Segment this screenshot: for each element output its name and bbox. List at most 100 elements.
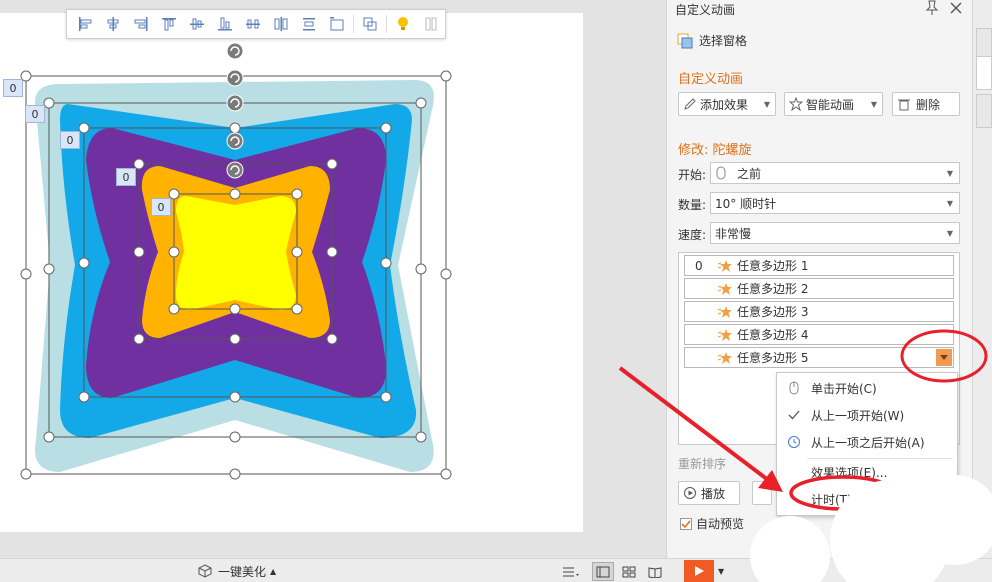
equal-spacing-icon[interactable]	[295, 12, 323, 36]
vertical-scrollbar[interactable]	[652, 0, 666, 558]
side-tab-animation[interactable]	[976, 56, 992, 90]
more-icon[interactable]	[417, 12, 445, 36]
menu-item-with-previous[interactable]: 从上一项开始(W)	[777, 402, 957, 428]
pin-icon[interactable]	[925, 0, 939, 19]
selection-pane-button[interactable]: 选择窗格	[677, 32, 747, 49]
toolbar-divider	[353, 15, 354, 33]
start-label: 开始:	[678, 168, 707, 182]
normal-view-icon[interactable]	[592, 562, 614, 581]
speed-select[interactable]: 非常慢 ▼	[710, 222, 960, 244]
modify-title: 修改: 陀螺旋	[678, 143, 752, 158]
slide-sorter-icon[interactable]	[618, 562, 640, 581]
menu-item-effect-options[interactable]: 效果选项(E)...	[777, 459, 957, 485]
speed-value: 非常慢	[715, 226, 752, 241]
check-icon	[777, 409, 811, 421]
polygon-yellow	[176, 196, 296, 310]
autopreview-label: 自动预览	[696, 517, 745, 531]
add-effect-label: 添加效果	[700, 97, 749, 112]
menu-item-label: 效果选项(E)...	[811, 465, 888, 480]
sequence-tag: 0	[3, 79, 23, 97]
list-item[interactable]: 任意多边形 2	[684, 278, 954, 299]
slide-artwork	[20, 42, 452, 480]
sequence-tag: 0	[116, 168, 136, 186]
floating-align-toolbar	[66, 9, 446, 39]
list-item[interactable]: 任意多边形 4	[684, 324, 954, 345]
mouse-icon	[716, 166, 726, 180]
beautify-label: 一键美化	[218, 564, 267, 579]
slideshow-button[interactable]	[752, 481, 772, 505]
sequence-tag: 0	[25, 105, 45, 123]
selection-pane-icon	[677, 33, 693, 48]
distribute-vertical-icon[interactable]	[267, 12, 295, 36]
item-order: 0	[695, 258, 703, 273]
checkbox[interactable]	[680, 517, 692, 530]
star-effect-icon	[713, 305, 737, 319]
cube-icon	[198, 564, 212, 578]
context-menu: 单击开始(C) 从上一项开始(W) 从上一项之后开始(A) 效果选项(E)...…	[776, 372, 958, 516]
fit-canvas-icon[interactable]	[323, 12, 351, 36]
amount-select[interactable]: 10° 顺时针 ▼	[710, 192, 960, 214]
play-button[interactable]: 播放	[678, 481, 740, 505]
editing-canvas[interactable]: 0 0 0 0 0	[0, 0, 652, 558]
autopreview-checkbox[interactable]: 自动预览	[680, 515, 744, 532]
trash-icon	[898, 99, 910, 111]
reading-view-icon[interactable]	[644, 562, 666, 581]
list-item[interactable]: 0 任意多边形 1	[684, 255, 954, 276]
lightbulb-icon[interactable]	[389, 12, 417, 36]
start-select[interactable]: 之前 ▼	[710, 162, 960, 184]
menu-item-click-start[interactable]: 单击开始(C)	[777, 375, 957, 401]
reorder-label: 重新排序	[678, 457, 727, 471]
section-title: 自定义动画	[678, 72, 744, 87]
chevron-up-icon: ▲	[270, 566, 277, 576]
chevron-down-icon: ▼	[946, 168, 953, 178]
side-tab[interactable]	[976, 94, 992, 128]
delete-button[interactable]: 删除	[892, 92, 960, 116]
chevron-down-icon[interactable]: ▼	[718, 562, 724, 580]
menu-item-label: 单击开始(C)	[811, 381, 877, 396]
star-effect-icon	[713, 282, 737, 296]
star-effect-icon	[713, 328, 737, 342]
play-label: 播放	[701, 486, 726, 501]
slide[interactable]: 0 0 0 0 0	[0, 13, 583, 532]
mouse-icon	[777, 381, 811, 395]
amount-label: 数量:	[678, 198, 707, 212]
status-bar: 一键美化 ▲ ▼	[0, 558, 992, 582]
smart-animation-button[interactable]: 智能动画 ▼	[784, 92, 883, 116]
delete-label: 删除	[916, 97, 941, 112]
list-item[interactable]: 任意多边形 3	[684, 301, 954, 322]
close-icon[interactable]	[949, 0, 963, 19]
group-icon[interactable]	[356, 12, 384, 36]
notes-toggle-icon[interactable]	[560, 562, 582, 581]
menu-item-label: 从上一项开始(W)	[811, 408, 905, 423]
slideshow-play-icon[interactable]	[684, 560, 714, 582]
sequence-tag: 0	[60, 131, 80, 149]
smart-animation-label: 智能动画	[806, 97, 855, 112]
chevron-down-icon: ▼	[946, 198, 953, 208]
smart-animation-icon	[789, 97, 803, 111]
list-item-selected[interactable]: 任意多边形 5	[684, 347, 954, 368]
chevron-down-icon: ▼	[763, 99, 770, 109]
add-effect-button[interactable]: 添加效果 ▼	[678, 92, 776, 116]
align-top-icon[interactable]	[155, 12, 183, 36]
pencil-icon	[684, 98, 696, 110]
beautify-button[interactable]: 一键美化 ▲	[198, 562, 276, 580]
panel-title[interactable]: 自定义动画	[675, 1, 735, 18]
distribute-horizontal-icon[interactable]	[239, 12, 267, 36]
align-bottom-icon[interactable]	[211, 12, 239, 36]
side-tab-bar	[972, 0, 992, 558]
play-circle-icon	[684, 487, 696, 499]
align-right-icon[interactable]	[127, 12, 155, 36]
selection-pane-label: 选择窗格	[699, 34, 748, 48]
item-label: 任意多边形 3	[737, 305, 809, 319]
star-effect-icon	[713, 259, 737, 273]
chevron-down-icon: ▼	[870, 99, 877, 109]
align-left-icon[interactable]	[71, 12, 99, 36]
item-dropdown-button[interactable]	[936, 349, 952, 366]
menu-item-after-previous[interactable]: 从上一项之后开始(A)	[777, 429, 957, 455]
align-middle-icon[interactable]	[183, 12, 211, 36]
menu-item-timing[interactable]: 计时(T)...	[777, 486, 957, 512]
align-center-icon[interactable]	[99, 12, 127, 36]
sequence-tag: 0	[151, 198, 171, 216]
toolbar-divider	[386, 15, 387, 33]
item-label: 任意多边形 4	[737, 328, 809, 342]
